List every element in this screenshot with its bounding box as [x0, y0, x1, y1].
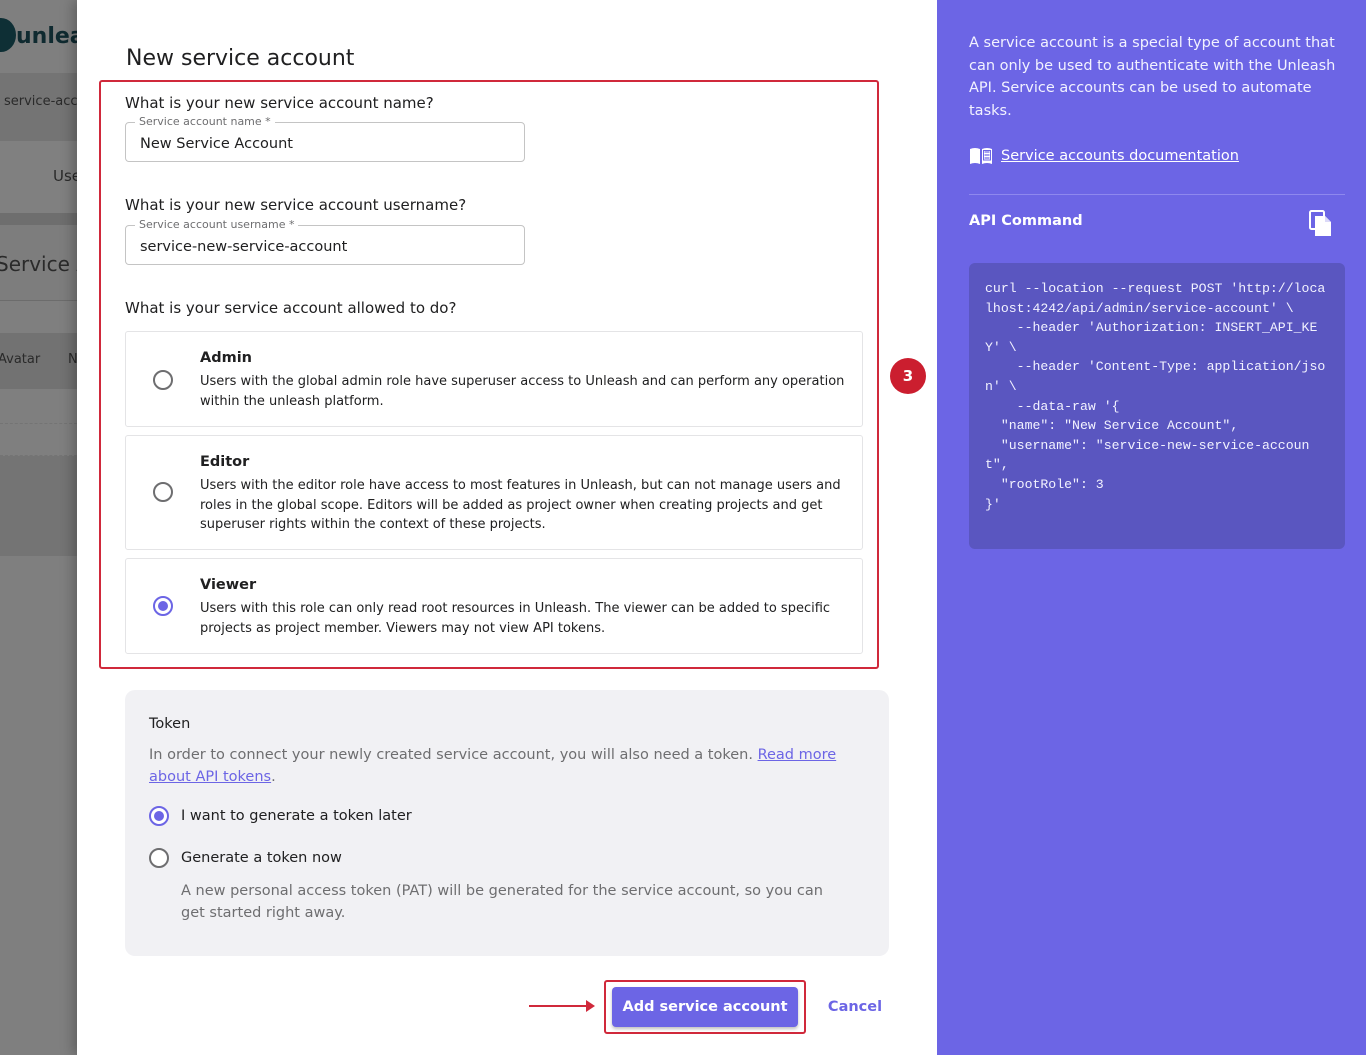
username-question: What is your new service account usernam… [125, 196, 467, 214]
radio-admin[interactable] [153, 370, 173, 390]
role-question: What is your service account allowed to … [125, 299, 457, 317]
cancel-button[interactable]: Cancel [821, 987, 889, 1027]
service-account-name-input[interactable] [126, 123, 524, 161]
token-hint: A new personal access token (PAT) will b… [181, 883, 823, 921]
modal-title: New service account [126, 46, 355, 71]
api-command-title: API Command [969, 213, 1083, 229]
role-name: Admin [200, 350, 253, 366]
token-description: In order to connect your newly created s… [149, 747, 837, 785]
book-icon [970, 148, 992, 164]
service-account-username-input[interactable] [126, 226, 524, 264]
new-service-account-modal: New service account What is your new ser… [77, 0, 937, 1055]
info-sidebar: A service account is a special type of a… [937, 0, 1366, 1055]
add-service-account-button[interactable]: Add service account [612, 987, 798, 1027]
name-question: What is your new service account name? [125, 94, 434, 112]
radio-editor[interactable] [153, 482, 173, 502]
copy-icon[interactable] [1309, 209, 1333, 237]
background-page-title: Service Accounts [0, 252, 77, 276]
logo-text: unleash [16, 24, 77, 49]
role-description: Users with this role can only read root … [200, 601, 831, 636]
documentation-link[interactable]: Service accounts documentation [969, 146, 1239, 166]
token-section: Token In order to connect your newly cre… [125, 690, 889, 956]
radio-viewer[interactable] [153, 596, 173, 616]
column-header-name: Name [68, 352, 77, 367]
token-option-label: Generate a token now [181, 850, 342, 866]
radio-token-now[interactable] [149, 848, 169, 868]
column-header-avatar: Avatar [0, 352, 41, 367]
background-app: unleash service-accounts Users Service A… [0, 0, 77, 1055]
role-option-editor[interactable]: Editor Users with the editor role have a… [125, 435, 863, 550]
token-option-label: I want to generate a token later [181, 808, 412, 824]
role-option-admin[interactable]: Admin Users with the global admin role h… [125, 331, 863, 427]
api-command-code: curl --location --request POST 'http://l… [985, 281, 1326, 512]
divider [969, 194, 1345, 195]
role-name: Viewer [200, 577, 257, 593]
token-option-now[interactable]: Generate a token now [149, 848, 342, 868]
step-number-badge: 3 [890, 358, 926, 394]
token-option-later[interactable]: I want to generate a token later [149, 806, 412, 826]
role-option-viewer[interactable]: Viewer Users with this role can only rea… [125, 558, 863, 654]
role-name: Editor [200, 454, 250, 470]
annotation-arrow-icon [529, 1000, 595, 1012]
tab-users: Users [53, 167, 77, 185]
api-command-code-block: curl --location --request POST 'http://l… [969, 263, 1345, 549]
service-account-description: A service account is a special type of a… [969, 35, 1336, 119]
radio-token-later[interactable] [149, 806, 169, 826]
documentation-link-text: Service accounts documentation [1001, 148, 1239, 164]
role-description: Users with the global admin role have su… [200, 374, 845, 409]
token-title: Token [149, 716, 191, 732]
role-description: Users with the editor role have access t… [200, 478, 841, 532]
service-account-name-field[interactable]: Service account name * [125, 115, 525, 162]
service-account-username-field[interactable]: Service account username * [125, 218, 525, 265]
unleash-logo-icon [0, 18, 16, 52]
breadcrumb: service-accounts [4, 94, 77, 109]
